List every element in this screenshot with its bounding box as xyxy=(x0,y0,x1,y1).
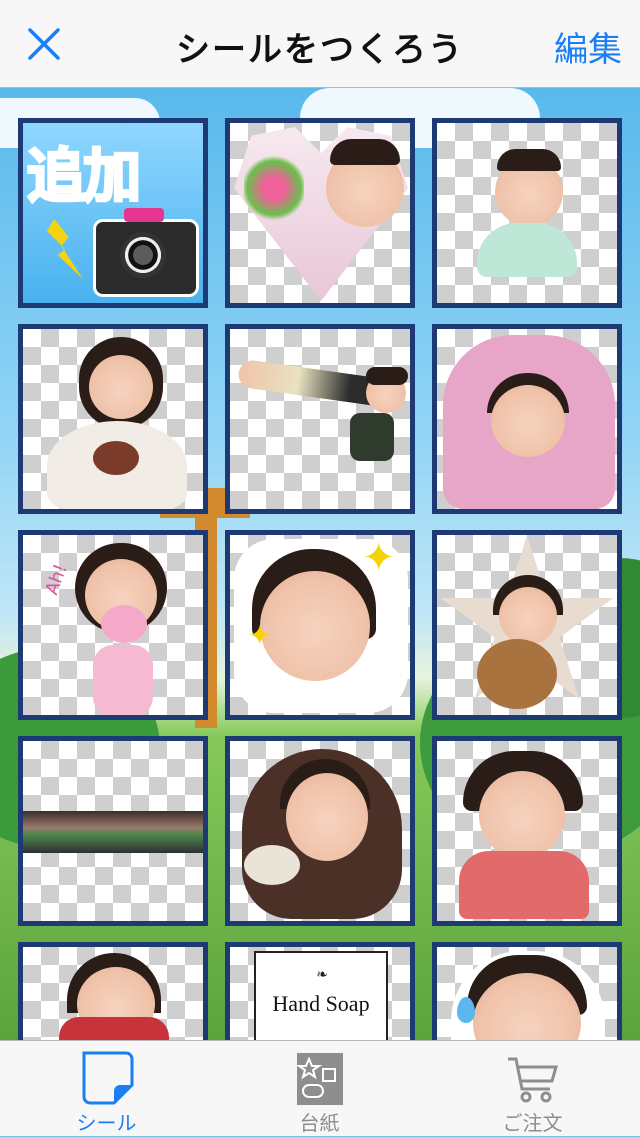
sticker-tile[interactable] xyxy=(18,324,208,514)
sticker-image xyxy=(260,571,370,681)
sticker-image xyxy=(479,771,565,859)
tab-order[interactable]: ご注文 xyxy=(426,1041,639,1137)
navigation-bar: シールをつくろう 編集 xyxy=(0,0,640,88)
sticker-tile[interactable] xyxy=(225,736,415,926)
sticker-tile[interactable]: ✦ ✦ xyxy=(225,530,415,720)
butterfly-icon: ❧ xyxy=(316,967,328,983)
tab-sticker[interactable]: シール xyxy=(0,1041,213,1137)
sticker-tile[interactable] xyxy=(432,324,622,514)
tab-label: 台紙 xyxy=(299,1111,340,1135)
edit-button[interactable]: 編集 xyxy=(554,22,622,71)
sticker-tile[interactable] xyxy=(225,324,415,514)
sticker-caption: Hand Soap xyxy=(272,991,370,1016)
sparkle-icon: ✦ xyxy=(362,535,396,581)
sticker-caption: Ah! xyxy=(41,561,72,598)
sheet-icon xyxy=(295,1053,343,1105)
tab-label: シール xyxy=(76,1111,137,1135)
tab-bar: シール 台紙 ご注文 xyxy=(0,1040,640,1136)
tab-label: ご注文 xyxy=(502,1111,563,1135)
add-label: 追加 xyxy=(25,141,142,212)
sticker-tile[interactable] xyxy=(432,118,622,308)
sticker-image-panorama xyxy=(23,811,203,853)
sticker-tile[interactable] xyxy=(432,736,622,926)
sticker-image xyxy=(89,355,153,419)
camera-icon xyxy=(93,208,199,297)
sticker-icon xyxy=(82,1051,133,1105)
sticker-image xyxy=(286,773,368,861)
sticker-tile[interactable] xyxy=(18,736,208,926)
sweat-drop-icon xyxy=(457,997,475,1023)
sticker-tile[interactable] xyxy=(432,530,622,720)
sticker-tile[interactable] xyxy=(225,118,415,308)
page-title: シールをつくろう xyxy=(176,30,464,70)
lightning-icon xyxy=(47,219,83,279)
add-sticker-tile[interactable]: 追加 xyxy=(18,118,208,308)
sparkle-icon: ✦ xyxy=(248,619,272,652)
cart-icon xyxy=(507,1057,558,1103)
sticker-tile[interactable]: Ah! xyxy=(18,530,208,720)
tab-sheet[interactable]: 台紙 xyxy=(213,1041,426,1137)
